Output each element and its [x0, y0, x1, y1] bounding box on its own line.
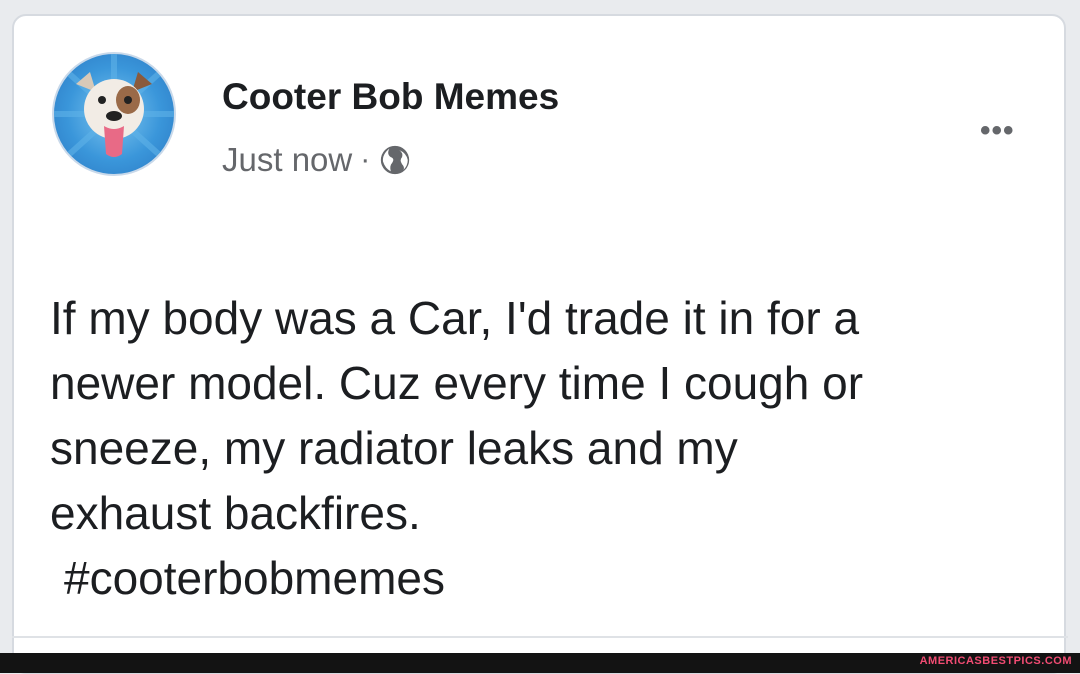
post-body: If my body was a Car, I'd trade it in fo… — [50, 286, 1040, 611]
post-text-line: sneeze, my radiator leaks and my — [50, 422, 738, 474]
meta-separator: · — [360, 143, 371, 176]
post-text-line: If my body was a Car, I'd trade it in fo… — [50, 292, 860, 344]
post-text-line: newer model. Cuz every time I cough or — [50, 357, 864, 409]
avatar[interactable] — [52, 52, 176, 176]
more-options-icon[interactable]: ••• — [980, 114, 1015, 148]
post-meta: Just now · — [222, 140, 412, 180]
hashtag-link[interactable]: #cooterbobmemes — [50, 546, 1040, 611]
watermark: AMERICASBESTPICS.COM — [919, 655, 1072, 667]
post-text-line: exhaust backfires. — [50, 487, 421, 539]
dog-avatar-icon — [54, 54, 174, 162]
globe-icon[interactable] — [378, 143, 412, 177]
timestamp[interactable]: Just now — [222, 141, 352, 179]
divider — [12, 636, 1068, 638]
footer-bar: AMERICASBESTPICS.COM — [0, 653, 1080, 673]
author-name[interactable]: Cooter Bob Memes — [222, 76, 559, 118]
